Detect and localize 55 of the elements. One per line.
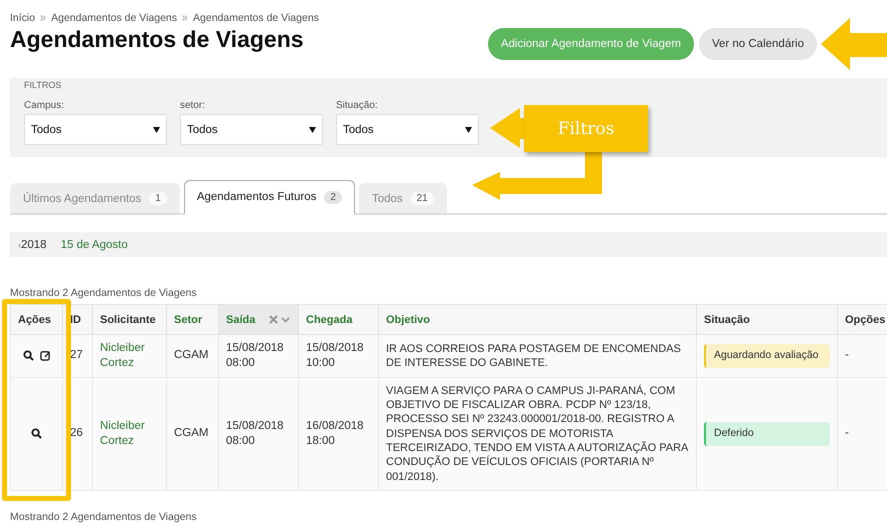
column-header[interactable]: Saída	[218, 304, 298, 334]
table-cell-text: IR AOS CORREIOS PARA POSTAGEM DE ENCOMENDAS DE INTERESSE DO GABINETE.	[386, 342, 682, 370]
column-header[interactable]: Chegada	[298, 304, 378, 334]
chevron-icon	[182, 15, 188, 21]
status-badge: Deferido	[704, 422, 830, 446]
page-title: Agendamentos de Viagens	[10, 26, 304, 53]
search-icon[interactable]	[22, 350, 34, 362]
results-count: Mostrando 2 Agendamentos de Viagens	[10, 510, 198, 523]
dropdown-caret-icon	[153, 126, 160, 132]
edit-icon[interactable]	[40, 350, 50, 362]
dropdown-caret-icon	[465, 126, 472, 132]
annotation-arrow	[821, 18, 887, 70]
chevron-icon	[40, 15, 46, 21]
status-badge: Aguardando avaliação	[704, 344, 830, 368]
table-cell-text: 16/08/2018 18:00	[306, 418, 365, 449]
annotation-label: Filtros	[524, 105, 648, 152]
tab[interactable]: Últimos Agendamentos 1	[10, 183, 180, 215]
table-cell-text: 15/08/2018 08:00	[226, 418, 285, 449]
tab[interactable]: Agendamentos Futuros 2	[184, 180, 355, 215]
table-cell-text: CGAM	[174, 348, 210, 364]
breadcrumb-link[interactable]: Agendamentos de Viagens	[193, 12, 319, 24]
breadcrumb-link[interactable]: Agendamentos de Viagens	[51, 12, 178, 24]
annotation-arrow	[490, 108, 525, 148]
calendar-button[interactable]: Ver no Calendário	[698, 28, 817, 60]
tab[interactable]: Todos 21	[358, 183, 447, 215]
table-cell-text: -	[845, 348, 850, 364]
tab-count: 21	[410, 192, 434, 205]
filters-legend: FILTROS	[24, 78, 873, 90]
table-cell: VIAGEM A SERVIÇO PARA O CAMPUS JI-PARANÁ, COM OBJETIVO DE FISCALIZAR OBRA. PCDP Nº 123/18, PROCESSO SEI Nº 23243.000001/2018-00. REGISTRO A DISPENSA DOS SERVIÇOS DE MOTORISTA TERCEIRIZADO, TENDO EM VISTA A AUTORIZAÇÃO PARA CONDUÇÃO DE VEÍCULOS OFICIAIS (PORTARIA Nº 001/2018).	[386, 384, 689, 484]
table-cell-text: 26	[70, 426, 84, 442]
table-cell-text: 15/08/2018 10:00	[306, 341, 365, 371]
table-cell-text: 27	[70, 348, 84, 364]
table-cell-text: CGAM	[174, 426, 210, 442]
column-header: Solicitante	[92, 304, 166, 334]
tab-count: 1	[149, 192, 167, 205]
table-cell-text: -	[845, 426, 850, 442]
column-header[interactable]: Setor	[166, 304, 218, 334]
table-cell-text: 15/08/2018 08:00	[226, 341, 285, 371]
column-header: Opções	[838, 304, 887, 334]
filter-select[interactable]: Todos	[180, 114, 323, 145]
breadcrumb-link[interactable]: Início	[10, 12, 36, 24]
dropdown-caret-icon	[309, 126, 316, 132]
filter-label: setor:	[180, 100, 206, 111]
column-header[interactable]: Objetivo	[378, 304, 696, 334]
day-link[interactable]: 15 de Agosto	[60, 238, 128, 250]
column-header: Situação	[696, 304, 838, 334]
year-link[interactable]: ‹2018	[18, 238, 47, 250]
column-header: Ações	[10, 304, 62, 334]
filter-select[interactable]: Todos	[24, 114, 167, 145]
filter-select[interactable]: Todos	[336, 114, 479, 145]
tab-count: 2	[324, 190, 342, 204]
search-icon[interactable]	[31, 428, 42, 440]
filter-label: Situação:	[336, 100, 379, 111]
results-count: Mostrando 2 Agendamentos de Viagens	[10, 287, 198, 299]
filter-label: Campus:	[24, 100, 66, 111]
